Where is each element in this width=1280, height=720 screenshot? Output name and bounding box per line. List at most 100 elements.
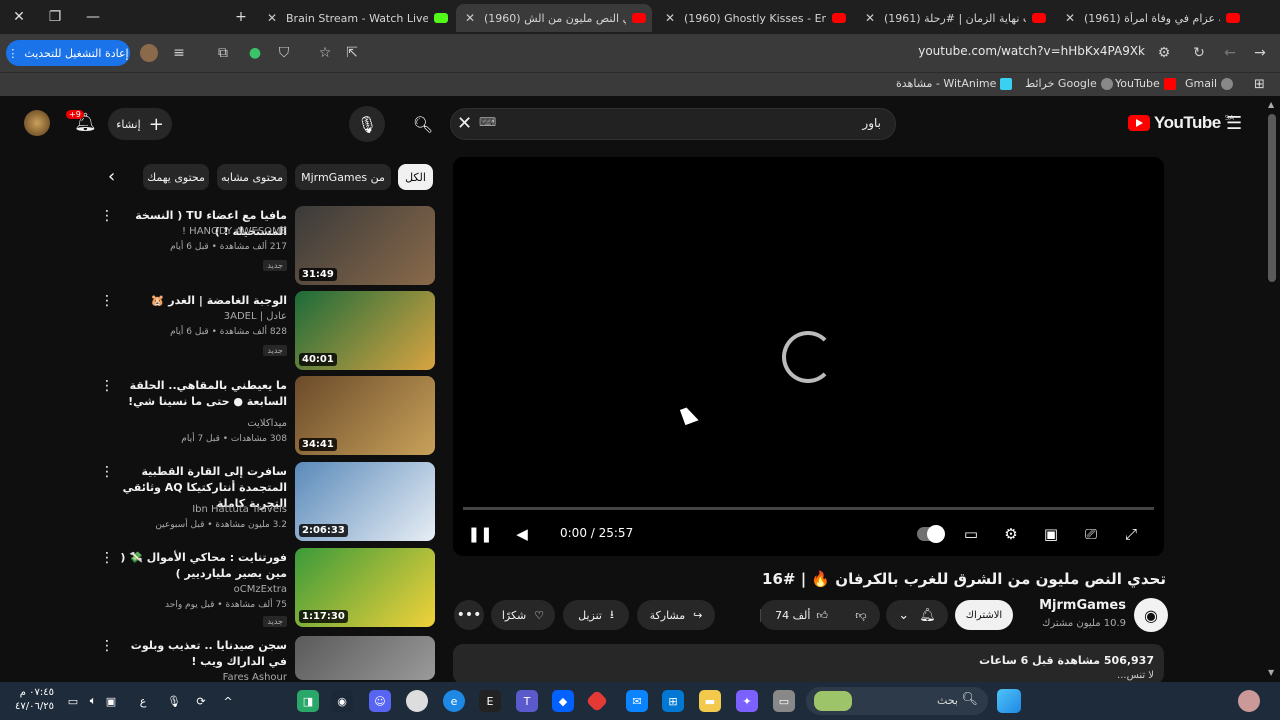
related-channel-name[interactable]: HANODY AWESOME ! — [112, 226, 287, 237]
input-language[interactable]: ع — [132, 690, 154, 712]
new-tab-button[interactable]: + — [222, 0, 260, 34]
more-options-icon[interactable]: ⋮ — [100, 208, 114, 224]
clear-search-icon[interactable]: ✕ — [457, 113, 472, 134]
battery-icon[interactable]: ▭ — [62, 690, 84, 712]
related-channel-name[interactable]: oCMzExtra — [112, 584, 287, 595]
like-button[interactable]: 74 ألف 👍︎ — [760, 608, 842, 622]
widgets-icon[interactable] — [1238, 690, 1260, 712]
copilot-icon[interactable]: ✦ — [736, 690, 758, 712]
close-tab-icon[interactable]: ✕ — [264, 11, 280, 25]
tab-brain-stream[interactable]: ✕ Brain Stream - Watch Live on Ki — [258, 4, 454, 32]
related-video-item[interactable]: 40:01 الوجبة الغامضة | الغدر 🐹 عادل | 3ADE… — [95, 291, 435, 371]
restore-window-icon[interactable]: ❐ — [36, 0, 74, 34]
video-thumbnail[interactable]: 31:49 — [295, 206, 435, 285]
mail-icon[interactable]: ✉ — [626, 690, 648, 712]
scrollbar-thumb[interactable] — [1268, 114, 1276, 282]
channel-name[interactable]: MjrmGames — [1039, 598, 1126, 613]
show-hidden-icons-chevron-icon[interactable]: ^ — [217, 690, 239, 712]
app-icon[interactable]: ◨ — [297, 690, 319, 712]
epic-games-icon[interactable]: E — [479, 690, 501, 712]
youtube-logo[interactable]: YouTube SA — [1128, 113, 1234, 133]
system-clock[interactable]: ٠٧:٤٥ م ٤٧/٠٦/٢٥ — [10, 686, 54, 714]
back-icon[interactable]: → — [1251, 44, 1269, 62]
progress-bar[interactable] — [463, 507, 1154, 510]
reload-icon[interactable]: ↻ — [1190, 44, 1208, 62]
video-thumbnail[interactable]: 2:06:33 — [295, 462, 435, 541]
tab-azzam[interactable]: ✕ (1961) يشتبه عزام في وفاة امرأة — [1056, 4, 1246, 32]
dropbox-icon[interactable]: ◆ — [552, 690, 574, 712]
bookmark-gmail[interactable]: Gmail — [1185, 77, 1234, 90]
related-video-title[interactable]: سجن صيدنايا .. تعذيب وبلوت في الداراك وي… — [112, 638, 287, 670]
bookmark-google-maps[interactable]: خرائط Google — [1025, 77, 1113, 90]
channel-avatar[interactable]: ◉ — [1134, 598, 1168, 632]
chip-from-channel[interactable]: من MjrmGames — [295, 164, 391, 190]
all-bookmarks-icon[interactable]: ⊞ — [1254, 77, 1265, 92]
store-icon[interactable]: ⊞ — [662, 690, 684, 712]
profile-avatar-icon[interactable] — [140, 44, 158, 62]
bookmark-star-icon[interactable]: ☆ — [316, 44, 334, 62]
tab-current-video[interactable]: ✕ (1960) تحدي النص مليون من الش — [456, 4, 652, 32]
keyboard-icon[interactable]: ⌨ — [479, 115, 496, 129]
related-channel-name[interactable]: ميداكلايت — [112, 418, 287, 429]
video-thumbnail[interactable]: 34:41 — [295, 376, 435, 455]
more-options-icon[interactable]: ⋮ — [100, 638, 114, 654]
dislike-button[interactable]: 👎︎ — [842, 609, 880, 622]
related-video-title[interactable]: ما يعيطني بالمقاهي.. الحلقة السابعة ● حت… — [112, 378, 287, 410]
chip-all[interactable]: الكل — [398, 164, 433, 190]
network-icon[interactable]: ▣ — [100, 690, 122, 712]
url-field[interactable]: youtube.com/watch?v=hHbKx4PA9Xk — [780, 44, 1145, 58]
close-tab-icon[interactable]: ✕ — [662, 11, 678, 25]
cast-icon[interactable]: ⎚ — [1080, 524, 1102, 544]
chrome-icon[interactable] — [406, 690, 428, 712]
file-explorer-icon[interactable]: ▬ — [699, 690, 721, 712]
download-button[interactable]: تنزيل ⭳ — [563, 600, 629, 630]
create-button[interactable]: إنشاء + — [108, 108, 172, 140]
video-thumbnail[interactable]: 1:17:30 — [295, 548, 435, 627]
subtitles-icon[interactable]: ▭ — [960, 524, 982, 544]
description-box[interactable]: 506,937 مشاهدة قبل 6 ساعات لا تنس... — [453, 644, 1164, 684]
app-window-icon[interactable]: ▭ — [773, 690, 795, 712]
related-video-item[interactable]: 34:41 ما يعيطني بالمقاهي.. الحلقة السابعة… — [95, 376, 435, 456]
subscribe-button[interactable]: الاشتراك — [955, 600, 1013, 630]
video-thumbnail[interactable] — [295, 636, 435, 680]
voice-search-icon[interactable]: 🎙︎ — [349, 106, 385, 142]
edge-icon[interactable]: e — [443, 690, 465, 712]
anydesk-icon[interactable] — [585, 689, 609, 713]
hamburger-menu-icon[interactable]: ☰ — [1226, 113, 1242, 134]
shield-icon[interactable]: ⛉ — [275, 44, 293, 62]
share-button[interactable]: مشاركة ↪ — [637, 600, 715, 630]
close-tab-icon[interactable]: ✕ — [862, 11, 878, 25]
related-video-title[interactable]: الوجبة الغامضة | الغدر 🐹 — [112, 293, 287, 309]
more-options-icon[interactable]: ⋮ — [100, 378, 114, 394]
more-options-icon[interactable]: ⋮ — [100, 293, 114, 309]
bookmark-witanime[interactable]: مشاهدة - WitAnime — [896, 77, 1013, 90]
related-video-item[interactable]: 31:49 مافيا مع اعضاء TU ( النسخة المستحيل… — [95, 206, 435, 286]
microphone-icon[interactable]: 🎙︎ — [163, 690, 185, 712]
forward-icon[interactable]: ← — [1221, 44, 1239, 62]
taskbar-search[interactable]: بحث 🔍︎ — [806, 687, 988, 715]
chip-related[interactable]: محتوى مشابه — [217, 164, 287, 190]
chip-for-you[interactable]: محتوى يهمك — [143, 164, 209, 190]
extension-badge-icon[interactable]: ● — [246, 44, 264, 62]
media-controls-icon[interactable]: ≡ — [170, 44, 188, 62]
scroll-up-icon[interactable]: ▲ — [1268, 100, 1274, 109]
autoplay-toggle[interactable] — [917, 525, 945, 543]
windows-start-icon[interactable] — [997, 689, 1021, 713]
notification-preferences-button[interactable]: ⌄ 🔔︎ — [886, 600, 948, 630]
related-video-item[interactable]: 2:06:33 سافرت إلى القارة القطبية المتجمدة… — [95, 462, 435, 542]
video-player[interactable]: ❚❚ ◀︎ 0:00 / 25:57 ▭ ⚙ ▣ ⎚ ⤢ — [453, 157, 1164, 556]
search-icon[interactable]: 🔍︎ — [405, 106, 441, 142]
page-scrollbar[interactable]: ▲ ▼ — [1264, 96, 1280, 682]
search-input[interactable]: ✕ ⌨ باور — [450, 108, 896, 140]
chevron-left-icon[interactable]: ‹ — [108, 166, 115, 187]
close-tab-icon[interactable]: ✕ — [462, 11, 478, 25]
minimize-window-icon[interactable]: — — [74, 0, 112, 34]
bookmark-youtube[interactable]: YouTube — [1115, 77, 1176, 90]
volume-icon[interactable]: ◀︎ — [511, 524, 533, 544]
discord-icon[interactable]: ☺ — [369, 690, 391, 712]
related-channel-name[interactable]: Ibn Hattuta Travels — [112, 504, 287, 515]
miniplayer-icon[interactable]: ▣ — [1040, 524, 1062, 544]
related-channel-name[interactable]: عادل | 3ADEL — [112, 311, 287, 322]
share-page-icon[interactable]: ⇱ — [343, 44, 361, 62]
tray-app-icon[interactable]: ⟳ — [190, 690, 212, 712]
